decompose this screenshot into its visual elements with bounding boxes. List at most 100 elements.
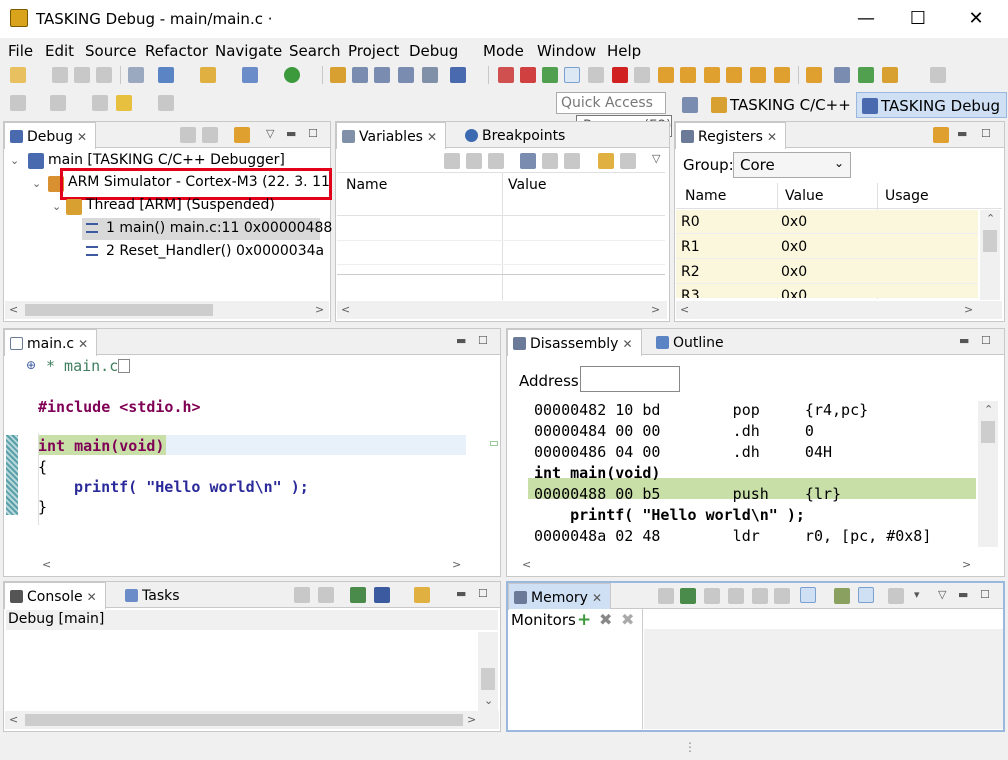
instruction-step-icon[interactable] [750,67,766,83]
scroll-left-icon[interactable]: < [341,303,350,316]
restart-icon[interactable] [520,67,536,83]
menu-source[interactable]: Source [85,42,137,60]
connect-icon[interactable] [858,67,874,83]
layout-icon[interactable] [888,588,904,604]
new-class-icon[interactable] [242,67,258,83]
tab-outline[interactable]: Outline [651,329,732,355]
collapse-all-icon[interactable] [444,153,460,169]
vertical-scrollbar[interactable]: ⌃ [978,401,998,547]
disassembly-source-line[interactable]: int main(void) [534,464,660,482]
step-filter-icon[interactable] [774,67,790,83]
tree-launch[interactable]: main [TASKING C/C++ Debugger] [48,152,285,168]
open-folder-icon[interactable] [200,67,216,83]
scroll-thumb[interactable] [983,230,997,252]
pin-memory-icon[interactable] [680,588,696,604]
clear-console-icon[interactable] [294,587,310,603]
maximize-view-icon[interactable]: ☐ [980,588,990,601]
register-name[interactable]: R3 [681,288,700,298]
tool-icon-2[interactable] [374,67,390,83]
close-tab-icon[interactable]: ✕ [77,130,87,144]
tab-memory[interactable]: Memory ✕ [508,583,611,610]
save-all-icon[interactable] [74,67,90,83]
scroll-down-icon[interactable]: ⌄ [484,694,493,707]
add-watch-icon[interactable] [520,153,536,169]
scroll-right-icon[interactable]: > [964,303,973,316]
horizontal-scrollbar[interactable]: < > [38,556,468,574]
minimize-view-icon[interactable]: ▬ [957,127,967,140]
expand-chevron-icon[interactable]: ⌄ [52,200,61,213]
column-name[interactable]: Name [346,177,387,193]
close-tab-icon[interactable]: ✕ [622,337,632,351]
view-menu-icon[interactable]: ▽ [938,588,946,601]
scroll-right-icon[interactable]: > [467,713,476,726]
menu-edit[interactable]: Edit [45,42,74,60]
tab-breakpoints[interactable]: Breakpoints [460,122,573,148]
remove-all-monitors-icon[interactable]: ✖ [621,610,634,629]
vertical-scrollbar[interactable]: ⌄ [478,632,498,712]
view-menu-icon[interactable]: ▽ [652,152,660,165]
disassembly-source-line[interactable]: printf( "Hello world\n" ); [534,506,805,524]
expand-chevron-icon[interactable]: ⌄ [10,154,19,167]
status-bar-grip[interactable]: ⋮ [684,740,696,754]
address-input[interactable] [580,366,680,392]
scroll-left-icon[interactable]: < [680,303,689,316]
minimize-view-icon[interactable]: ▬ [456,334,466,347]
tab-variables[interactable]: Variables ✕ [336,122,447,149]
target-icon[interactable] [834,67,850,83]
build-icon[interactable] [128,67,144,83]
folded-marker-icon[interactable] [118,359,130,373]
tab-console[interactable]: Console ✕ [4,582,106,609]
next-annotation-icon[interactable] [10,95,26,111]
register-value[interactable]: 0x0 [781,239,807,255]
minimize-view-icon[interactable]: ▬ [456,587,466,600]
display-console-icon[interactable] [374,587,390,603]
tool-icon-3[interactable] [398,67,414,83]
terminate-icon[interactable] [612,67,628,83]
debug-bug-icon[interactable] [450,67,466,83]
tree-frame-1[interactable]: 1 main() main.c:11 0x00000488 [106,220,332,236]
perspective-c-cpp[interactable]: TASKING C/C++ [706,92,857,118]
disassembly-row[interactable]: 00000484 00 00 .dh 0 [534,422,814,440]
tool-icon-1[interactable] [352,67,368,83]
scroll-up-icon[interactable]: ⌃ [984,403,993,416]
menu-debug[interactable]: Debug [409,42,458,60]
remove-all-icon[interactable] [564,153,580,169]
remove-icon[interactable] [542,153,558,169]
maximize-view-icon[interactable]: ☐ [308,127,318,140]
tree-thread[interactable]: Thread [ARM] (Suspended) [86,197,275,213]
menu-search[interactable]: Search [289,42,341,60]
minimize-view-icon[interactable]: ▬ [959,334,969,347]
menu-help[interactable]: Help [607,42,641,60]
disassembly-row[interactable]: 00000482 10 bd pop {r4,pc} [534,401,868,419]
scroll-left-icon[interactable]: < [9,713,18,726]
scroll-right-icon[interactable]: > [651,303,660,316]
horizontal-scrollbar[interactable]: < > [5,711,499,729]
scroll-left-icon[interactable]: < [42,558,51,571]
toggle-icon[interactable] [858,587,874,603]
dropdown-icon[interactable]: ▾ [914,588,920,601]
tab-main-c[interactable]: main.c ✕ [4,329,98,356]
forward-icon[interactable] [158,95,174,111]
tab-disassembly[interactable]: Disassembly ✕ [507,329,642,356]
step-return-icon[interactable] [704,67,720,83]
show-type-icon[interactable] [466,153,482,169]
step-into-icon[interactable] [658,67,674,83]
horizontal-scrollbar[interactable]: < > [508,556,978,574]
minimize-view-icon[interactable]: ▬ [958,588,968,601]
scroll-thumb[interactable] [25,304,213,316]
expand-chevron-icon[interactable]: ⌄ [32,177,41,190]
register-name[interactable]: R2 [681,264,700,280]
scroll-right-icon[interactable]: > [315,303,324,316]
print-icon[interactable] [96,67,112,83]
format-icon[interactable] [752,588,768,604]
register-value[interactable]: 0x0 [781,288,807,298]
step-over-icon[interactable] [680,67,696,83]
new-view-icon[interactable] [598,153,614,169]
register-value[interactable]: 0x0 [781,214,807,230]
horizontal-scrollbar[interactable]: < > [676,301,1002,319]
disassembly-row-current[interactable]: 00000488 00 b5 push {lr} [534,485,841,503]
close-tab-icon[interactable]: ✕ [592,591,602,605]
disassembly-row[interactable]: 00000486 04 00 .dh 04H [534,443,832,461]
scroll-thumb[interactable] [981,421,995,443]
registers-tool-icon[interactable] [933,127,949,143]
